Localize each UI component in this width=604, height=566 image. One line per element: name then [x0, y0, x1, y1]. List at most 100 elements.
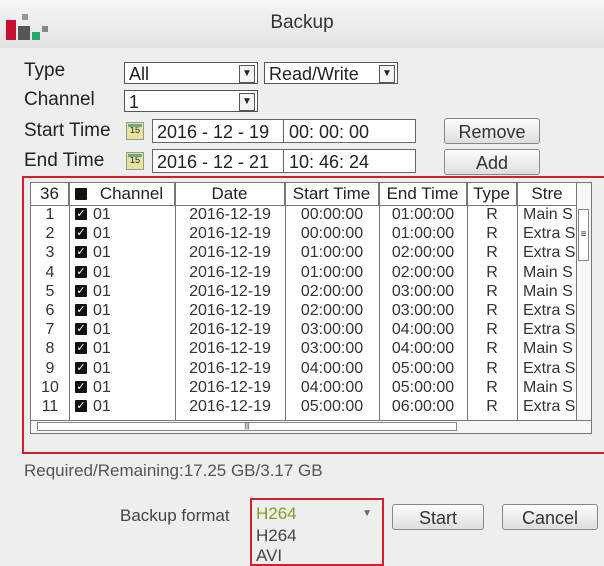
backup-format-label: Backup format [120, 506, 230, 525]
start-time-value[interactable]: 00: 00: 00 [285, 120, 417, 142]
column-header-count[interactable]: 36 [31, 183, 69, 205]
table-row[interactable]: 6 01 2016-12-19 02:00:00 03:00:00 R Extra S ✓ [31, 302, 591, 319]
end-time-cell: 03:00:00 [391, 282, 455, 300]
field-divider [283, 120, 284, 142]
column-header-channel[interactable]: Channel [69, 183, 175, 205]
start-time-cell: 02:00:00 [300, 302, 364, 319]
calendar-icon[interactable]: 15 [126, 122, 144, 140]
table-row[interactable]: 1 01 2016-12-19 00:00:00 01:00:00 R Main S ✓ [31, 206, 591, 223]
row-checkbox[interactable]: ✓ [75, 342, 87, 355]
title-bar: Backup [0, 0, 604, 48]
row-checkbox[interactable]: ✓ [75, 265, 87, 278]
stream-cell: Main S [523, 340, 573, 358]
vertical-scrollbar[interactable]: ≡ [576, 183, 591, 423]
type-cell: R [486, 321, 498, 339]
type-cell: R [486, 378, 498, 396]
row-checkbox[interactable]: ✓ [75, 400, 87, 412]
end-datetime-field[interactable]: 2016 - 12 - 21 10: 46: 24 [152, 149, 416, 173]
type-select[interactable]: All ▼ [124, 62, 258, 84]
table-row[interactable]: 3 01 2016-12-19 01:00:00 02:00:00 R Extra S ✓ [31, 244, 591, 261]
calendar-icon[interactable]: 15 [126, 152, 144, 170]
date-cell: 2016-12-19 [189, 263, 271, 281]
type-cell: R [486, 359, 498, 377]
stream-cell: Main S [523, 378, 573, 396]
chevron-down-icon: ▼ [239, 65, 255, 83]
start-time-cell: 01:00:00 [300, 263, 364, 281]
chevron-down-icon: ▼ [362, 508, 372, 519]
column-header-type[interactable]: Type [467, 183, 517, 205]
start-datetime-field[interactable]: 2016 - 12 - 19 00: 00: 00 [152, 119, 416, 143]
row-checkbox[interactable]: ✓ [75, 323, 87, 336]
row-checkbox[interactable]: ✓ [75, 227, 87, 240]
column-header-stream[interactable]: Stre [517, 183, 577, 205]
end-time-cell: 04:00:00 [391, 321, 455, 339]
row-checkbox[interactable]: ✓ [75, 380, 87, 393]
row-number: 11 [41, 398, 59, 415]
record-table[interactable]: 36 Channel Date Start Time End Time Type… [30, 182, 592, 434]
backup-format-select[interactable]: H264 ▼ [254, 502, 380, 526]
end-time-cell: 02:00:00 [391, 244, 455, 262]
end-time-cell: 05:00:00 [391, 359, 455, 377]
start-button[interactable]: Start [392, 504, 484, 530]
type-cell: R [486, 244, 498, 262]
table-row[interactable]: 2 01 2016-12-19 00:00:00 01:00:00 R Extra S ✓ [31, 225, 591, 242]
row-checkbox[interactable]: ✓ [75, 304, 87, 316]
stream-cell: Main S [523, 263, 573, 281]
table-row[interactable]: 4 01 2016-12-19 01:00:00 02:00:00 R Main S ✓ [31, 264, 591, 281]
format-option-avi[interactable]: AVI [256, 546, 282, 566]
vertical-scroll-thumb[interactable]: ≡ [578, 209, 589, 261]
date-cell: 2016-12-19 [189, 282, 271, 300]
end-time-value[interactable]: 10: 46: 24 [285, 150, 417, 172]
start-time-cell: 00:00:00 [300, 206, 364, 223]
channel-select-value: 1 [129, 92, 140, 112]
row-checkbox[interactable]: ✓ [75, 284, 87, 297]
end-time-cell: 01:00:00 [391, 225, 455, 243]
stream-cell: Extra S [523, 398, 576, 415]
cancel-button[interactable]: Cancel [502, 504, 598, 530]
start-time-cell: 03:00:00 [300, 340, 364, 358]
horizontal-scroll-thumb[interactable]: ||| [37, 422, 457, 431]
date-cell: 2016-12-19 [189, 225, 271, 243]
end-date-value[interactable]: 2016 - 12 - 21 [153, 150, 285, 172]
column-header-date[interactable]: Date [175, 183, 285, 205]
table-header: 36 Channel Date Start Time End Time Type… [31, 183, 591, 206]
horizontal-scrollbar[interactable]: ||| [31, 420, 591, 433]
end-time-cell: 01:00:00 [391, 206, 455, 223]
start-time-cell: 00:00:00 [300, 225, 364, 243]
end-time-cell: 03:00:00 [391, 302, 455, 319]
row-number: 3 [45, 244, 55, 262]
add-button[interactable]: Add [444, 149, 540, 175]
row-checkbox[interactable]: ✓ [75, 246, 87, 259]
row-number: 7 [45, 321, 55, 339]
row-checkbox[interactable]: ✓ [75, 361, 87, 374]
type-cell: R [486, 225, 498, 243]
stream-cell: Main S [523, 206, 573, 223]
start-time-cell: 04:00:00 [300, 359, 364, 377]
table-row[interactable]: 11 01 2016-12-19 05:00:00 06:00:00 R Extra S ✓ [31, 398, 591, 415]
chevron-down-icon: ▼ [239, 93, 255, 111]
select-all-checkbox[interactable] [75, 188, 87, 200]
row-number: 4 [45, 263, 55, 281]
start-date-value[interactable]: 2016 - 12 - 19 [153, 120, 285, 142]
date-cell: 2016-12-19 [189, 378, 271, 396]
table-row[interactable]: 9 01 2016-12-19 04:00:00 05:00:00 R Extra S ✓ [31, 360, 591, 377]
stream-cell: Extra S [523, 302, 576, 319]
row-checkbox[interactable]: ✓ [75, 208, 87, 220]
column-header-start-time[interactable]: Start Time [285, 183, 379, 205]
start-time-cell: 03:00:00 [300, 321, 364, 339]
table-row[interactable]: 8 01 2016-12-19 03:00:00 04:00:00 R Main S ✓ [31, 340, 591, 357]
remove-button[interactable]: Remove [444, 118, 540, 144]
row-number: 2 [45, 225, 55, 243]
stream-cell: Extra S [523, 359, 576, 377]
table-row[interactable]: 10 01 2016-12-19 04:00:00 05:00:00 R Main S ✓ [31, 379, 591, 396]
row-number: 8 [45, 340, 55, 358]
table-row[interactable]: 5 01 2016-12-19 02:00:00 03:00:00 R Main S ✓ [31, 283, 591, 300]
type-cell: R [486, 282, 498, 300]
mode-select[interactable]: Read/Write ▼ [264, 62, 398, 84]
chevron-down-icon: ▼ [379, 65, 395, 83]
column-header-end-time[interactable]: End Time [379, 183, 467, 205]
channel-select[interactable]: 1 ▼ [124, 90, 258, 112]
format-option-h264[interactable]: H264 [256, 526, 297, 546]
start-time-cell: 01:00:00 [300, 244, 364, 262]
table-row[interactable]: 7 01 2016-12-19 03:00:00 04:00:00 R Extra S ✓ [31, 321, 591, 338]
